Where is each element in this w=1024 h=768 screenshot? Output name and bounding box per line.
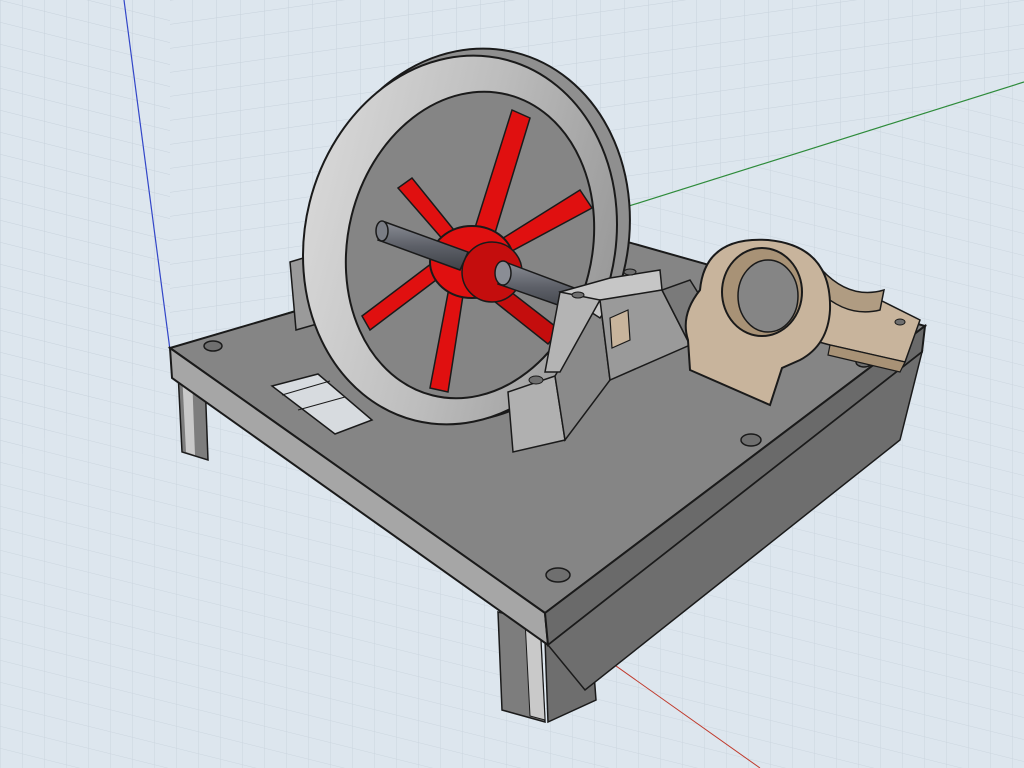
mount-hole-3 bbox=[740, 433, 762, 447]
cad-scene[interactable] bbox=[0, 0, 1024, 768]
mount-hole-2 bbox=[545, 567, 571, 583]
3d-model-viewport[interactable] bbox=[0, 0, 1024, 768]
mount-hole-1 bbox=[203, 340, 223, 352]
